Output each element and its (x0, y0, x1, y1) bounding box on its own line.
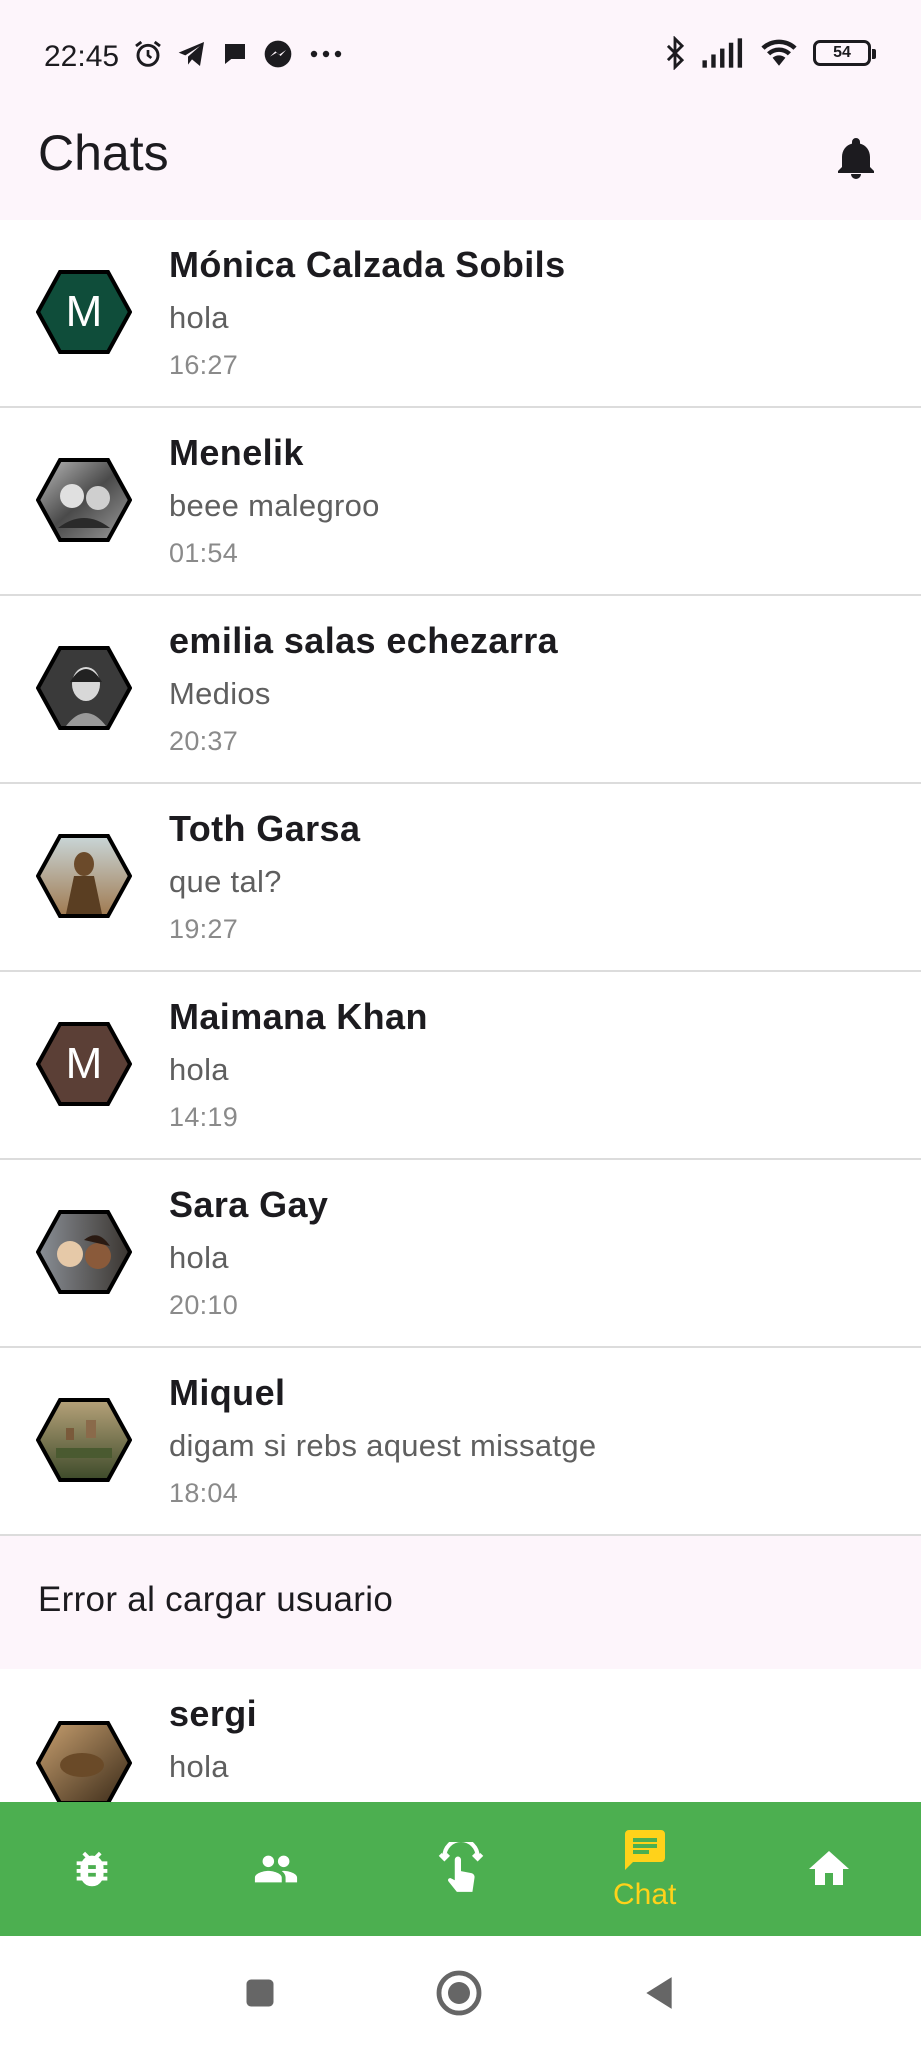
bug-icon (76, 1851, 108, 1887)
chat-icon (624, 1830, 665, 1870)
bluetooth-icon (666, 36, 685, 70)
avatar: M (36, 1022, 132, 1106)
chat-last-message: hola (169, 1052, 229, 1087)
avatar-letter: M (66, 287, 103, 336)
touch-swipe-icon (438, 1842, 483, 1892)
chat-time: 18:04 (169, 1478, 239, 1508)
chat-last-message: hola (169, 1240, 229, 1275)
signal-icon (702, 38, 743, 68)
avatar (36, 1721, 132, 1802)
chat-list-item[interactable]: Menelik beee malegroo 01:54 (0, 408, 921, 596)
page-title: Chats (38, 125, 169, 181)
message-bubble-icon (225, 44, 245, 64)
chat-last-message: que tal? (169, 864, 282, 899)
avatar (36, 1210, 132, 1294)
nav-item-home[interactable] (737, 1802, 921, 1936)
chat-list-item[interactable]: sergi hola (0, 1669, 921, 1802)
notification-icons (132, 38, 346, 70)
chat-list-item[interactable]: emilia salas echezarra Medios 20:37 (0, 596, 921, 784)
home-icon (808, 1851, 849, 1885)
telegram-icon (178, 42, 204, 66)
chat-name: Menelik (169, 432, 304, 473)
home-circle-icon (436, 1970, 482, 2016)
chat-name: Toth Garsa (169, 808, 361, 849)
avatar (36, 646, 132, 730)
system-status-icons: 54 (663, 36, 876, 70)
error-row: Error al cargar usuario (0, 1536, 921, 1669)
wifi-icon (761, 39, 797, 66)
chat-time: 14:19 (169, 1102, 239, 1132)
chat-name: Maimana Khan (169, 996, 428, 1037)
system-navigation-bar (0, 1936, 921, 2048)
status-bar: 22:45 54 (0, 0, 921, 110)
avatar (36, 834, 132, 918)
chat-name: Sara Gay (169, 1184, 329, 1225)
avatar: M (36, 270, 132, 354)
chat-list-item[interactable]: Miquel digam si rebs aquest missatge 18:… (0, 1348, 921, 1536)
chat-list-item[interactable]: M Mónica Calzada Sobils hola 16:27 (0, 220, 921, 408)
chat-list-item[interactable]: Sara Gay hola 20:10 (0, 1160, 921, 1348)
battery-level: 54 (833, 44, 851, 61)
chat-list-item[interactable]: Toth Garsa que tal? 19:27 (0, 784, 921, 972)
chat-last-message: hola (169, 300, 229, 335)
nav-item-people[interactable] (184, 1802, 368, 1936)
chat-last-message: digam si rebs aquest missatge (169, 1428, 597, 1463)
bell-icon (838, 138, 874, 179)
chat-name: Mónica Calzada Sobils (169, 244, 566, 285)
nav-item-chat[interactable]: Chat (553, 1802, 737, 1936)
chat-name: Miquel (169, 1372, 286, 1413)
chat-last-message: beee malegroo (169, 488, 380, 523)
nav-item-touch[interactable] (368, 1802, 552, 1936)
chat-name: sergi (169, 1693, 258, 1734)
messenger-icon (264, 40, 292, 68)
chat-list[interactable]: M Mónica Calzada Sobils hola 16:27 Menel… (0, 220, 921, 1802)
error-message: Error al cargar usuario (38, 1580, 394, 1619)
back-button[interactable] (634, 1968, 684, 2018)
chat-name: emilia salas echezarra (169, 620, 559, 661)
avatar-letter: M (66, 1039, 103, 1088)
chat-time: 20:37 (169, 726, 239, 756)
chat-time: 01:54 (169, 538, 239, 568)
people-icon (255, 1855, 298, 1883)
home-system-button[interactable] (434, 1968, 484, 2018)
notifications-button[interactable] (821, 124, 891, 194)
chat-last-message: hola (169, 1749, 229, 1784)
alarm-icon (135, 40, 161, 67)
more-dots-icon (310, 50, 342, 58)
avatar (36, 458, 132, 542)
nav-label-chat: Chat (613, 1878, 677, 1911)
chat-list-item[interactable]: M Maimana Khan hola 14:19 (0, 972, 921, 1160)
bottom-navigation: Chat (0, 1802, 921, 1936)
recents-square-icon (246, 1979, 274, 2007)
status-time: 22:45 (44, 40, 120, 73)
avatar (36, 1398, 132, 1482)
battery-icon: 54 (813, 40, 876, 66)
chat-time: 16:27 (169, 350, 239, 380)
chat-time: 20:10 (169, 1290, 239, 1320)
recents-button[interactable] (235, 1968, 285, 2018)
back-triangle-icon (646, 1977, 672, 2009)
chat-time: 19:27 (169, 914, 239, 944)
app-bar: Chats (0, 110, 921, 220)
chat-last-message: Medios (169, 676, 271, 711)
nav-item-bugs[interactable] (0, 1802, 184, 1936)
